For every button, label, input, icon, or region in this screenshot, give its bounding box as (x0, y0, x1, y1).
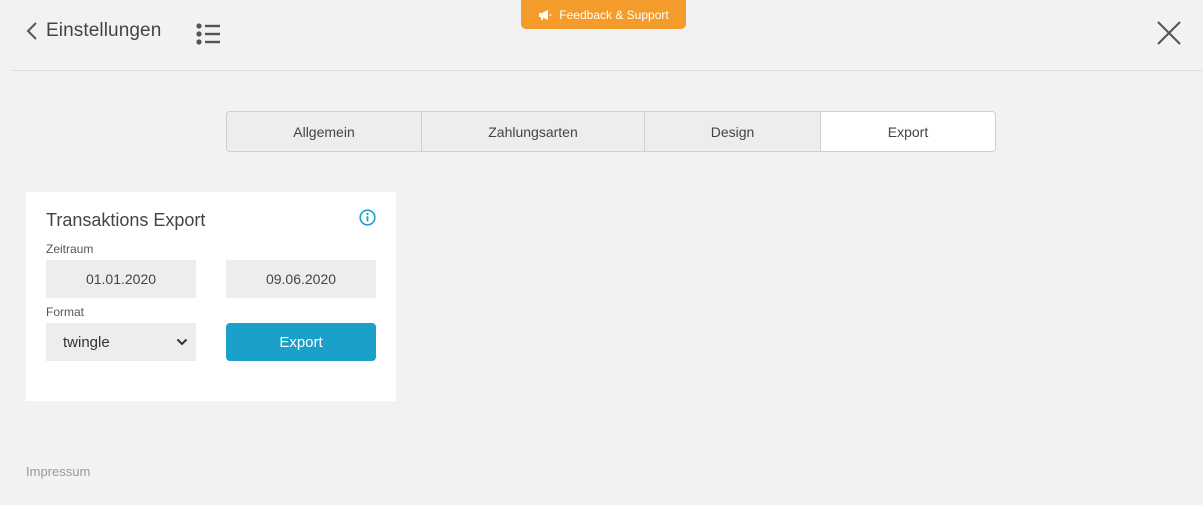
tab-allgemein[interactable]: Allgemein (227, 112, 422, 151)
format-select[interactable]: twingle (46, 323, 196, 361)
settings-tabs: Allgemein Zahlungsarten Design Export (226, 111, 996, 152)
export-button[interactable]: Export (226, 323, 376, 361)
tab-zahlungsarten[interactable]: Zahlungsarten (422, 112, 645, 151)
format-label: Format (46, 305, 85, 319)
date-to-input[interactable]: 09.06.2020 (226, 260, 376, 298)
format-selected-value: twingle (63, 333, 110, 351)
tab-design[interactable]: Design (645, 112, 821, 151)
period-label: Zeitraum (46, 242, 94, 256)
back-link[interactable]: Einstellungen (26, 20, 161, 42)
card-title: Transaktions Export (46, 210, 206, 230)
tab-export[interactable]: Export (821, 112, 995, 151)
list-icon[interactable] (196, 23, 220, 45)
megaphone-icon (539, 9, 552, 20)
chevron-left-icon (26, 22, 37, 40)
transaction-export-card: Transaktions Export Zeitraum 01.01.2020 … (26, 192, 396, 401)
feedback-support-label: Feedback & Support (559, 7, 669, 22)
settings-page: Einstellungen Feedback & Support Allgeme… (0, 0, 1203, 505)
feedback-support-button[interactable]: Feedback & Support (521, 0, 686, 29)
impressum-link[interactable]: Impressum (26, 464, 90, 479)
header-divider (12, 70, 1203, 71)
date-from-input[interactable]: 01.01.2020 (46, 260, 196, 298)
chevron-down-icon (176, 338, 188, 346)
close-icon[interactable] (1156, 20, 1182, 46)
info-icon[interactable] (359, 209, 376, 226)
page-title: Einstellungen (46, 20, 162, 41)
